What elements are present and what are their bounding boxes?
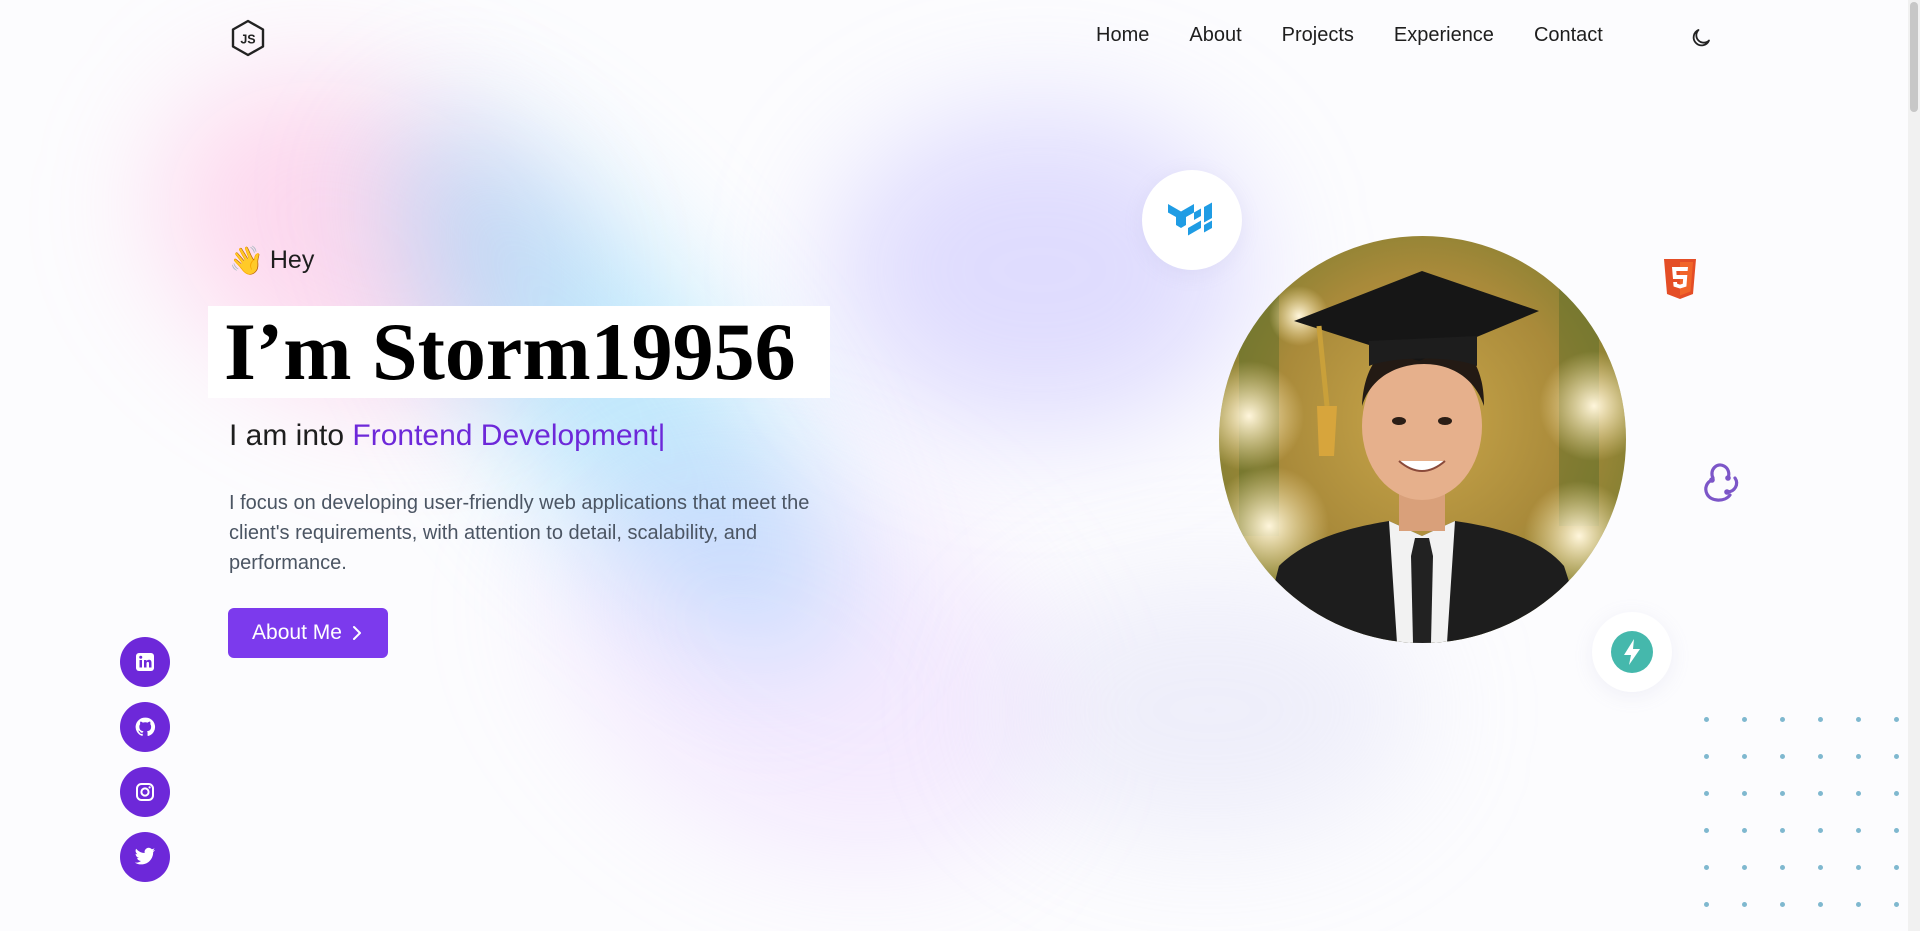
social-links — [120, 637, 170, 882]
main-nav: Home About Projects Experience Contact — [1096, 24, 1603, 47]
background-gradient — [0, 0, 1920, 931]
nav-about[interactable]: About — [1189, 24, 1241, 47]
moon-icon[interactable] — [1689, 26, 1713, 50]
typing-cursor: | — [657, 419, 666, 452]
nav-contact[interactable]: Contact — [1534, 24, 1603, 47]
github-button[interactable] — [120, 702, 170, 752]
instagram-icon — [136, 783, 154, 801]
dot-pattern — [1704, 717, 1900, 907]
page-scrollbar[interactable] — [1908, 0, 1920, 931]
chevron-right-icon — [352, 626, 361, 640]
nav-experience[interactable]: Experience — [1394, 24, 1494, 47]
scrollbar-thumb[interactable] — [1910, 2, 1918, 112]
about-me-label: About Me — [252, 621, 342, 644]
nav-projects[interactable]: Projects — [1282, 24, 1354, 47]
svg-text:JS: JS — [240, 33, 255, 47]
hero-description: I focus on developing user-friendly web … — [229, 492, 810, 574]
role-prefix: I am into — [229, 419, 353, 452]
waving-hand-icon: 👋 — [229, 243, 264, 277]
greeting-text: Hey — [269, 246, 315, 274]
linkedin-button[interactable] — [120, 637, 170, 687]
twitter-button[interactable] — [120, 832, 170, 882]
profile-photo — [1219, 236, 1626, 643]
hero-name: I’m Storm19956 — [224, 306, 796, 397]
instagram-button[interactable] — [120, 767, 170, 817]
nav-home[interactable]: Home — [1096, 24, 1149, 47]
twitter-icon — [134, 847, 156, 865]
js-logo-icon[interactable]: JS — [230, 19, 266, 57]
github-icon — [135, 717, 156, 737]
bolt-badge — [1592, 612, 1672, 692]
mui-badge — [1142, 170, 1242, 270]
role-highlight: Frontend Development — [352, 419, 658, 452]
html5-icon — [1664, 259, 1696, 299]
bolt-icon — [1611, 631, 1653, 673]
mui-icon — [1168, 202, 1212, 236]
redux-icon — [1704, 463, 1739, 502]
greeting: 👋 Hey — [229, 246, 314, 275]
about-me-button[interactable]: About Me — [228, 608, 388, 658]
role-line: I am into Frontend Development| — [229, 419, 665, 453]
linkedin-icon — [136, 653, 154, 671]
